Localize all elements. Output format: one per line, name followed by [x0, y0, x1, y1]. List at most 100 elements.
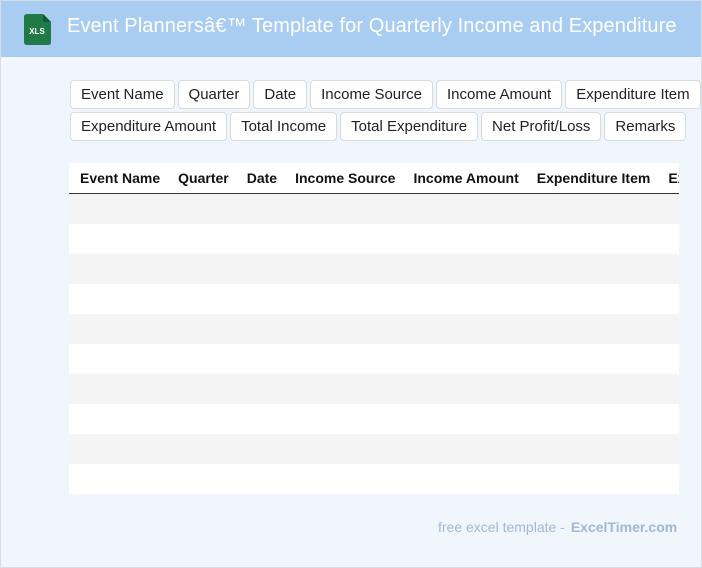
table-cell[interactable] — [657, 224, 679, 254]
field-chip[interactable]: Net Profit/Loss — [481, 112, 602, 141]
xls-icon-label: XLS — [29, 27, 45, 36]
table-cell[interactable] — [69, 254, 168, 284]
table-cell[interactable] — [69, 284, 168, 314]
table-cell[interactable] — [284, 404, 403, 434]
field-chip[interactable]: Expenditure Amount — [70, 112, 228, 141]
table-cell[interactable] — [69, 464, 168, 494]
table-cell[interactable] — [657, 374, 679, 404]
column-header[interactable]: Event Name — [69, 163, 168, 194]
footer-brand-link[interactable]: ExcelTimer.com — [571, 519, 677, 535]
table-cell[interactable] — [402, 224, 526, 254]
field-chip[interactable]: Income Source — [310, 80, 433, 109]
table-cell[interactable] — [235, 464, 285, 494]
table-cell[interactable] — [284, 193, 403, 224]
field-chip[interactable]: Date — [253, 80, 308, 109]
table-row — [69, 224, 679, 254]
table-row — [69, 193, 679, 224]
table-cell[interactable] — [402, 374, 526, 404]
table-cell[interactable] — [284, 344, 403, 374]
table-cell[interactable] — [69, 314, 168, 344]
table-cell[interactable] — [525, 434, 658, 464]
table-cell[interactable] — [657, 193, 679, 224]
table-cell[interactable] — [167, 193, 236, 224]
table-cell[interactable] — [69, 224, 168, 254]
table-cell[interactable] — [525, 314, 658, 344]
table-row — [69, 254, 679, 284]
table-cell[interactable] — [657, 464, 679, 494]
table-row — [69, 464, 679, 494]
table-cell[interactable] — [284, 464, 403, 494]
table-cell[interactable] — [402, 284, 526, 314]
table-cell[interactable] — [525, 193, 658, 224]
table-cell[interactable] — [402, 193, 526, 224]
table-cell[interactable] — [402, 404, 526, 434]
table-cell[interactable] — [657, 404, 679, 434]
table-cell[interactable] — [69, 193, 168, 224]
column-header[interactable]: Date — [235, 163, 285, 194]
table-cell[interactable] — [284, 434, 403, 464]
table-cell[interactable] — [235, 344, 285, 374]
table-cell[interactable] — [167, 434, 236, 464]
table-cell[interactable] — [657, 314, 679, 344]
table-cell[interactable] — [167, 374, 236, 404]
table-cell[interactable] — [402, 344, 526, 374]
field-chip[interactable]: Total Expenditure — [340, 112, 479, 141]
table-cell[interactable] — [167, 224, 236, 254]
table-cell[interactable] — [235, 434, 285, 464]
table-cell[interactable] — [657, 284, 679, 314]
table-cell[interactable] — [525, 404, 658, 434]
table-cell[interactable] — [284, 254, 403, 284]
table-cell[interactable] — [284, 314, 403, 344]
table-cell[interactable] — [402, 314, 526, 344]
table-cell[interactable] — [235, 284, 285, 314]
table-cell[interactable] — [525, 254, 658, 284]
table-cell[interactable] — [235, 224, 285, 254]
field-chip[interactable]: Quarter — [177, 80, 251, 109]
table-cell[interactable] — [284, 374, 403, 404]
table-row — [69, 374, 679, 404]
table-cell[interactable] — [167, 284, 236, 314]
table-cell[interactable] — [525, 464, 658, 494]
table-cell[interactable] — [69, 344, 168, 374]
table-cell[interactable] — [657, 434, 679, 464]
table-cell[interactable] — [235, 193, 285, 224]
footer-text: free excel template - — [438, 519, 565, 535]
table-cell[interactable] — [167, 344, 236, 374]
field-chip[interactable]: Event Name — [70, 80, 175, 109]
table-cell[interactable] — [525, 344, 658, 374]
table-cell[interactable] — [402, 434, 526, 464]
column-header[interactable]: Expenditure Amount — [657, 163, 679, 194]
table-cell[interactable] — [235, 374, 285, 404]
table-cell[interactable] — [235, 314, 285, 344]
field-chip[interactable]: Expenditure Item — [565, 80, 701, 109]
header-bar: XLS Event Plannersâ€™ Template for Quart… — [1, 1, 701, 57]
column-header[interactable]: Quarter — [167, 163, 236, 194]
table-cell[interactable] — [284, 224, 403, 254]
table-cell[interactable] — [525, 284, 658, 314]
field-chip[interactable]: Remarks — [604, 112, 687, 141]
column-header[interactable]: Income Source — [284, 163, 403, 194]
table-cell[interactable] — [402, 254, 526, 284]
column-header[interactable]: Expenditure Item — [525, 163, 658, 194]
data-table-container[interactable]: Event Name Quarter Date Income Source Income… — [69, 163, 679, 494]
table-cell[interactable] — [167, 464, 236, 494]
table-row — [69, 344, 679, 374]
table-cell[interactable] — [69, 404, 168, 434]
column-header[interactable]: Income Amount — [402, 163, 526, 194]
table-cell[interactable] — [525, 374, 658, 404]
table-cell[interactable] — [235, 404, 285, 434]
table-cell[interactable] — [657, 254, 679, 284]
table-cell[interactable] — [69, 374, 168, 404]
table-cell[interactable] — [167, 314, 236, 344]
table-cell[interactable] — [69, 434, 168, 464]
table-cell[interactable] — [657, 344, 679, 374]
field-chip[interactable]: Total Income — [230, 112, 338, 141]
table-cell[interactable] — [402, 464, 526, 494]
table-cell[interactable] — [167, 254, 236, 284]
field-chip[interactable]: Income Amount — [435, 80, 563, 109]
table-cell[interactable] — [284, 284, 403, 314]
data-table: Event Name Quarter Date Income Source Income… — [69, 163, 679, 494]
table-cell[interactable] — [167, 404, 236, 434]
table-cell[interactable] — [235, 254, 285, 284]
table-cell[interactable] — [525, 224, 658, 254]
